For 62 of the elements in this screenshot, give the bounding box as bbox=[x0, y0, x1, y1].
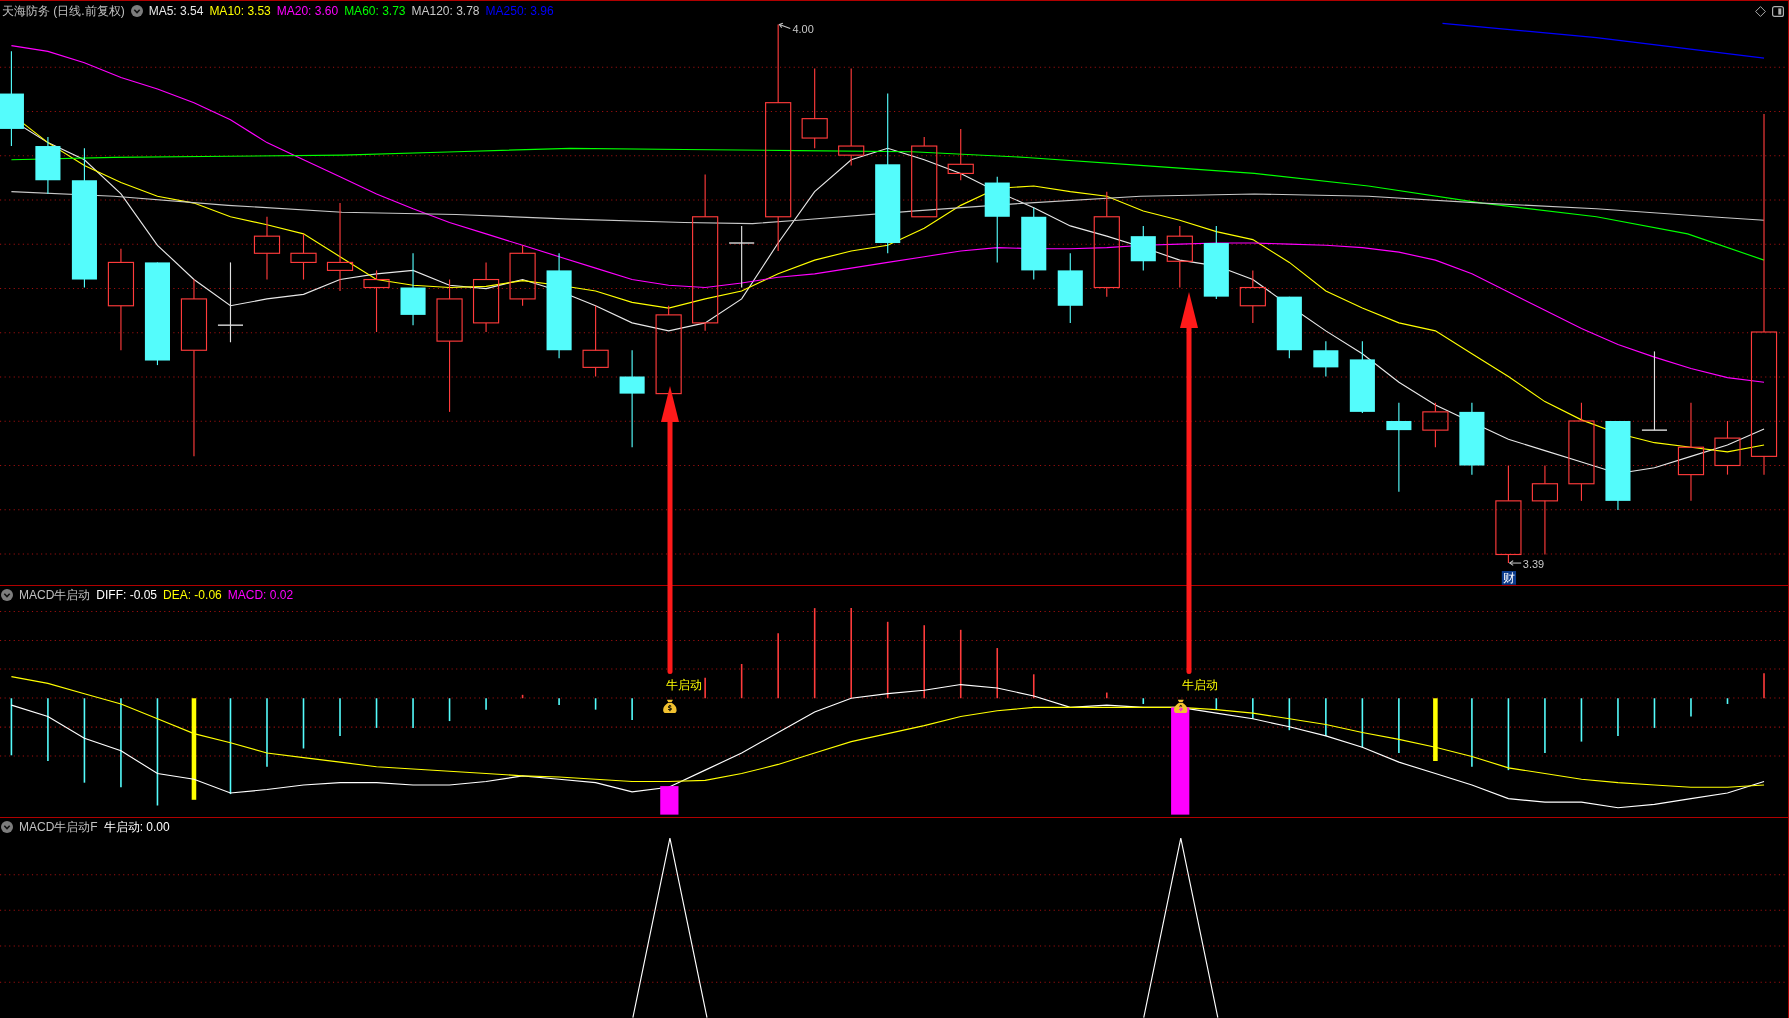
indicator-label: MA5: 3.54 bbox=[148, 5, 204, 17]
indicator-label: MA250: 3.96 bbox=[485, 5, 554, 17]
candlestick bbox=[290, 233, 317, 281]
indicator-label: MA60: 3.73 bbox=[344, 5, 406, 17]
chevron-down-icon[interactable] bbox=[1, 589, 13, 601]
indicator-title: MACD牛启动 bbox=[19, 589, 91, 601]
histogram-bar bbox=[1215, 697, 1218, 711]
candlestick bbox=[35, 136, 61, 195]
money-bag-icon bbox=[663, 699, 677, 714]
histogram-bar bbox=[375, 697, 378, 729]
signal-label: 牛启动 bbox=[1181, 678, 1218, 693]
candlestick bbox=[1422, 402, 1449, 448]
candlestick bbox=[728, 225, 755, 289]
histogram-bar bbox=[996, 647, 999, 700]
indicator-label: MACD: 0.02 bbox=[227, 589, 294, 601]
histogram-bar bbox=[1653, 697, 1656, 729]
histogram-bar bbox=[1580, 697, 1583, 743]
indicator-label: MA10: 3.53 bbox=[209, 5, 271, 17]
histogram-bar bbox=[1032, 673, 1035, 700]
indicator-label: MA120: 3.78 bbox=[411, 5, 480, 17]
histogram-bar bbox=[959, 629, 962, 700]
histogram-bar bbox=[1433, 698, 1438, 761]
finance-tag[interactable]: 财 bbox=[1501, 571, 1517, 585]
stock-title: 天海防务 (日线.前复权) bbox=[2, 5, 125, 17]
indicator-label: 牛启动: 0.00 bbox=[103, 821, 170, 833]
indicator-label: MA20: 3.60 bbox=[276, 5, 339, 17]
chevron-down-icon[interactable] bbox=[130, 5, 143, 17]
indicator-label: DIFF: -0.05 bbox=[96, 589, 158, 601]
signal-bar bbox=[660, 786, 679, 815]
histogram-bar bbox=[302, 697, 305, 750]
histogram-bar bbox=[1288, 697, 1291, 731]
histogram-bar bbox=[1361, 697, 1364, 749]
histogram-bar bbox=[1142, 697, 1145, 705]
candlestick bbox=[1313, 340, 1339, 378]
candlestick bbox=[1239, 269, 1266, 324]
histogram-bar bbox=[521, 694, 524, 700]
candlestick bbox=[1714, 420, 1741, 476]
indicator-label: DEA: -0.06 bbox=[163, 589, 222, 601]
candlestick bbox=[1276, 296, 1302, 359]
histogram-bar bbox=[448, 697, 451, 722]
candlestick bbox=[509, 244, 536, 307]
leader-arrow bbox=[1508, 560, 1522, 566]
histogram-bar bbox=[1726, 697, 1729, 705]
indicator-title: MACD牛启动F bbox=[19, 821, 98, 833]
candlestick bbox=[472, 261, 500, 333]
high-price-label: 4.00 bbox=[792, 22, 814, 35]
histogram-bar bbox=[10, 697, 13, 757]
candlestick bbox=[1130, 225, 1156, 271]
candlestick bbox=[363, 269, 390, 333]
money-bag-icon bbox=[1173, 699, 1188, 714]
candlestick bbox=[1057, 252, 1083, 324]
signal-label: 牛启动 bbox=[666, 678, 703, 693]
candlestick bbox=[947, 128, 974, 181]
low-price-label: 3.39 bbox=[1522, 557, 1545, 570]
histogram-bar bbox=[594, 697, 597, 711]
panel-toggle-icon[interactable] bbox=[1772, 5, 1784, 17]
candlestick bbox=[1166, 225, 1193, 289]
candlestick bbox=[253, 216, 281, 281]
histogram-bar bbox=[740, 663, 743, 700]
diamond-icon[interactable] bbox=[1755, 5, 1766, 17]
leader-arrow bbox=[778, 22, 791, 30]
chevron-down-icon[interactable] bbox=[1, 821, 13, 833]
